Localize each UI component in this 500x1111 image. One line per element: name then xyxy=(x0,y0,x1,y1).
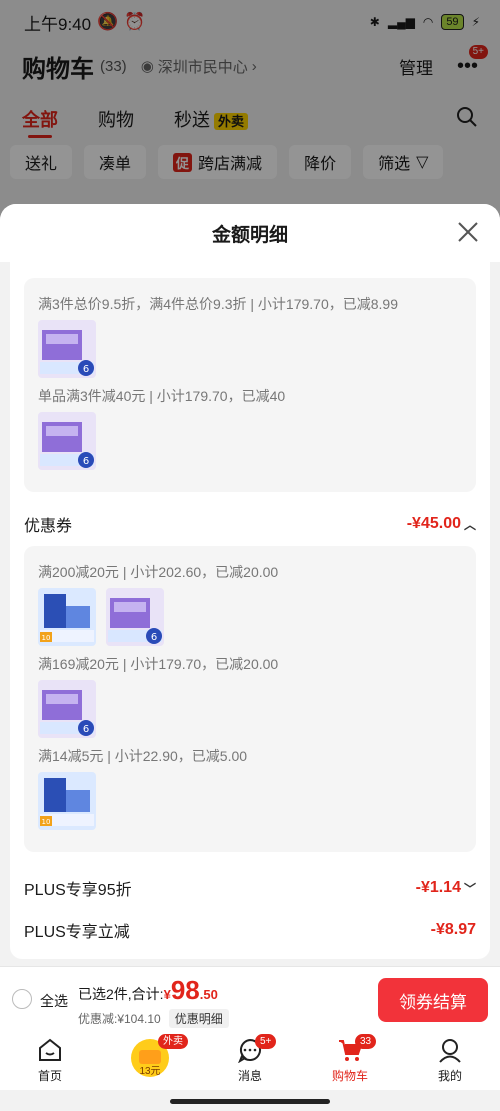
select-all-checkbox[interactable] xyxy=(12,989,32,1009)
profile-icon xyxy=(439,1039,461,1063)
coupon-amount: -¥45.00 xyxy=(406,515,461,532)
coupon-rule: 满169减20元 | 小计179.70，已减20.00 xyxy=(38,656,279,672)
pack-count: 10 xyxy=(42,634,51,642)
nav-profile[interactable]: 我的 xyxy=(400,1030,500,1090)
promo-rule: 单品满3件减40元 | 小计179.70，已减40 xyxy=(38,388,286,404)
close-icon[interactable] xyxy=(456,220,480,244)
coupon-rule: 满14减5元 | 小计22.90，已减5.00 xyxy=(38,748,248,764)
pack-count: 10 xyxy=(42,818,51,826)
discount-detail-button[interactable]: 优惠明细 xyxy=(168,1009,229,1028)
nav-home-label: 首页 xyxy=(37,1069,62,1083)
pack-count: 6 xyxy=(83,456,89,467)
discount-amount: 优惠减:¥104.10 xyxy=(78,1012,161,1026)
product-thumbnail: 10 xyxy=(38,588,96,646)
nav-takeout[interactable]: 13元 外卖 xyxy=(100,1030,200,1090)
nav-messages[interactable]: 消息 5+ xyxy=(200,1030,300,1090)
coupon-panel: 满200减20元 | 小计202.60，已减20.00 10 6 满169减20… xyxy=(24,546,476,852)
selected-summary: 已选2件,合计: xyxy=(78,986,164,1002)
select-all-label[interactable]: 全选 xyxy=(40,991,68,1011)
chevron-up-icon: ︿ xyxy=(463,517,476,532)
promo-panel: 满3件总价9.5折，满4件总价9.3折 | 小计179.70，已减8.99 6 … xyxy=(24,278,476,492)
total-summary: 已选2件,合计: ¥ 98 .50 xyxy=(78,977,218,1004)
total-price-int: 98 xyxy=(170,975,200,1005)
coupon-row[interactable]: 优惠券 -¥45.00 ︿ xyxy=(24,512,476,536)
sheet-header: 金额明细 xyxy=(0,204,500,262)
nav-messages-badge: 5+ xyxy=(255,1034,277,1049)
product-thumbnail: 6 xyxy=(106,588,164,646)
nav-takeout-badge: 外卖 xyxy=(158,1034,188,1049)
home-indicator xyxy=(170,1099,330,1104)
plus-discount-amount: -¥1.14 xyxy=(415,879,461,896)
home-icon xyxy=(39,1038,61,1061)
coupon-label: 优惠券 xyxy=(24,518,73,535)
plus-cut-amount: -¥8.97 xyxy=(430,921,476,938)
nav-messages-label: 消息 xyxy=(237,1069,262,1083)
nav-cart-badge: 33 xyxy=(355,1034,377,1049)
product-thumbnail: 6 xyxy=(38,412,96,470)
nav-profile-label: 我的 xyxy=(437,1069,462,1083)
plus-discount-row[interactable]: PLUS专享95折 -¥1.14 ﹀ xyxy=(24,876,476,900)
nav-cart-label: 购物车 xyxy=(331,1069,368,1083)
chevron-down-icon: ﹀ xyxy=(463,881,476,896)
sheet-title: 金额明细 xyxy=(211,224,288,246)
total-price-dec: .50 xyxy=(199,987,218,1002)
nav-cart[interactable]: 购物车 33 xyxy=(300,1030,400,1090)
promo-rule: 满3件总价9.5折，满4件总价9.3折 | 小计179.70，已减8.99 xyxy=(38,296,398,312)
coupon-rule: 满200减20元 | 小计202.60，已减20.00 xyxy=(38,564,279,580)
plus-discount-label: PLUS专享95折 xyxy=(24,882,132,899)
sheet-content[interactable]: 满3件总价9.5折，满4件总价9.3折 | 小计179.70，已减8.99 6 … xyxy=(10,262,490,959)
bottom-nav: 首页 13元 外卖 消息 5+ 购物车 33 我的 xyxy=(0,1030,500,1090)
checkout-button[interactable]: 领券结算 xyxy=(378,978,488,1022)
nav-home[interactable]: 首页 xyxy=(0,1030,100,1090)
plus-cut-label: PLUS专享立减 xyxy=(24,924,130,941)
checkout-bar: 全选 已选2件,合计: ¥ 98 .50 优惠减:¥104.10 优惠明细 领券… xyxy=(0,966,500,1030)
nav-takeout-sub: 13元 xyxy=(139,1066,161,1077)
discount-summary: 优惠减:¥104.10 优惠明细 xyxy=(78,1009,229,1028)
dim-overlay[interactable] xyxy=(0,0,500,215)
pack-count: 6 xyxy=(151,632,157,643)
pack-count: 6 xyxy=(83,724,89,735)
product-thumbnail: 6 xyxy=(38,680,96,738)
currency-symbol: ¥ xyxy=(163,987,171,1002)
product-thumbnail: 10 xyxy=(38,772,96,830)
pack-count: 6 xyxy=(83,364,89,375)
plus-cut-row: PLUS专享立减 -¥8.97 xyxy=(24,918,476,942)
product-thumbnail: 6 xyxy=(38,320,96,378)
